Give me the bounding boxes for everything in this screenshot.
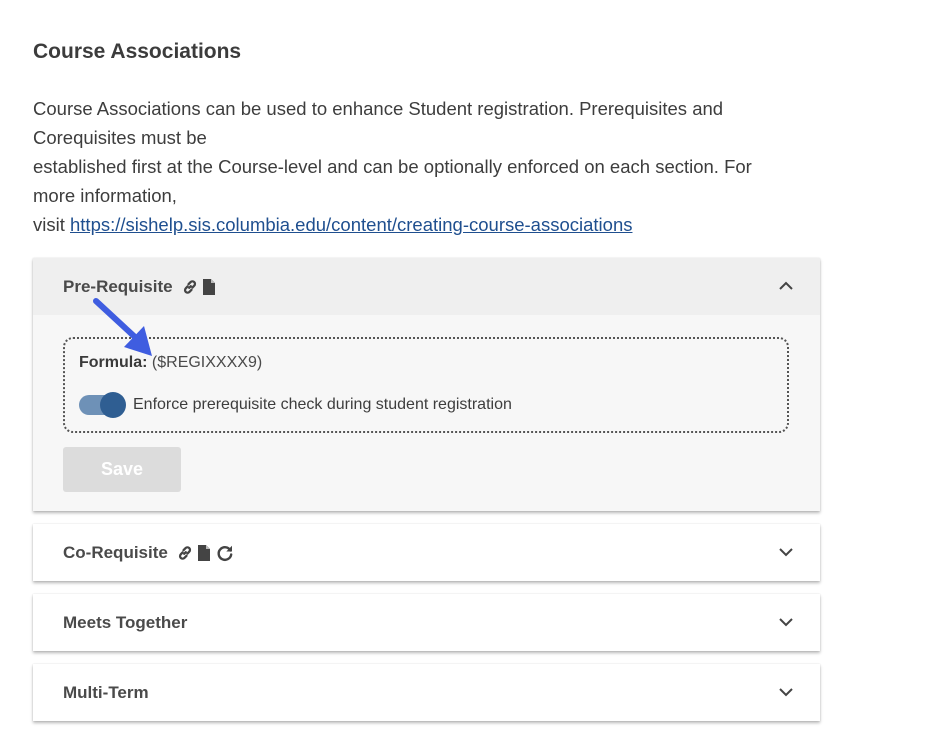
intro-text: Course Associations can be used to enhan… (33, 94, 833, 239)
formula-box: Formula: ($REGIXXXX9) Enforce prerequisi… (63, 337, 789, 433)
refresh-icon[interactable] (215, 544, 235, 562)
panel-meets-together-title: Meets Together (63, 613, 188, 632)
panel-multi-term-title: Multi-Term (63, 683, 149, 702)
panel-multi-term: Multi-Term (33, 664, 820, 721)
panel-meets-together-header[interactable]: Meets Together (33, 594, 820, 651)
chevron-down-icon[interactable] (778, 684, 794, 700)
enforce-prerequisite-toggle[interactable] (79, 392, 126, 418)
intro-line: Corequisites must be (33, 127, 207, 148)
chevron-up-icon[interactable] (778, 278, 794, 294)
page-title: Course Associations (33, 40, 242, 63)
document-icon[interactable] (196, 544, 212, 562)
panel-corequisite-header[interactable]: Co-Requisite (33, 524, 820, 581)
panel-corequisite: Co-Requisite (33, 524, 820, 581)
enforce-prerequisite-label: Enforce prerequisite check during studen… (133, 396, 512, 413)
panel-meets-together: Meets Together (33, 594, 820, 651)
panel-prerequisite-title: Pre-Requisite (63, 277, 173, 296)
formula-value: ($REGIXXXX9) (151, 354, 263, 371)
intro-line: Course Associations can be used to enhan… (33, 98, 724, 119)
toggle-knob (100, 392, 126, 418)
intro-visit-line: visit https://sishelp.sis.columbia.edu/c… (33, 210, 833, 239)
help-link[interactable]: https://sishelp.sis.columbia.edu/content… (70, 214, 632, 235)
link-icon[interactable] (182, 278, 198, 296)
link-icon[interactable] (177, 544, 193, 562)
intro-line: more information, (33, 185, 177, 206)
panel-multi-term-header[interactable]: Multi-Term (33, 664, 820, 721)
panel-corequisite-title: Co-Requisite (63, 543, 168, 562)
chevron-down-icon[interactable] (778, 614, 794, 630)
intro-line: established first at the Course-level an… (33, 156, 752, 177)
annotation-arrow-icon (93, 298, 152, 356)
chevron-down-icon[interactable] (778, 544, 794, 560)
document-icon[interactable] (201, 278, 217, 296)
save-button[interactable]: Save (63, 447, 181, 492)
visit-prefix: visit (33, 214, 70, 235)
